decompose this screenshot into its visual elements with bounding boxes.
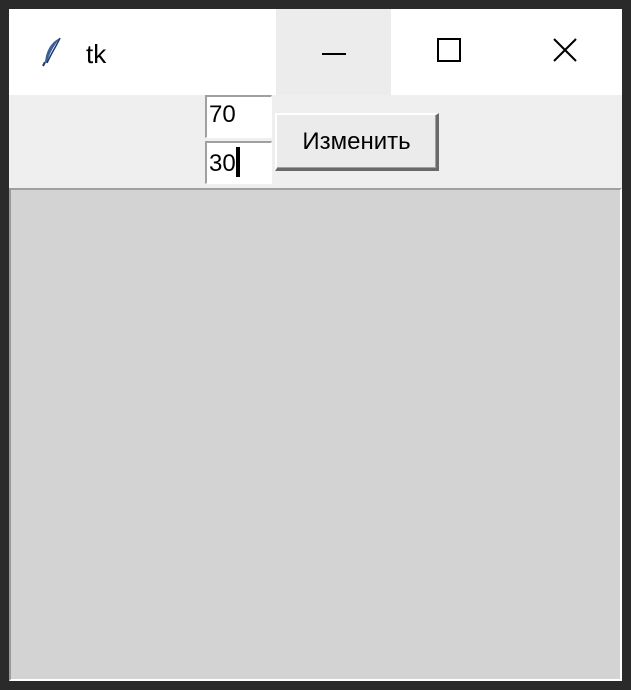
- maximize-icon: [436, 37, 461, 67]
- drawing-canvas[interactable]: [9, 188, 622, 681]
- close-button[interactable]: [507, 9, 622, 95]
- title-bar[interactable]: tk: [9, 9, 622, 95]
- change-button[interactable]: Изменить: [275, 113, 439, 171]
- control-panel: 70 30 Изменить: [9, 95, 622, 188]
- value-entry-bottom-text: 30: [209, 150, 236, 177]
- close-icon: [552, 37, 577, 67]
- app-window: tk 70 30 Изменить: [0, 0, 631, 690]
- window-title: tk: [86, 39, 107, 69]
- value-entry-top-text: 70: [209, 101, 236, 128]
- maximize-button[interactable]: [391, 9, 506, 95]
- minimize-button[interactable]: [276, 9, 391, 95]
- value-entry-bottom[interactable]: 30: [205, 141, 272, 184]
- minimize-icon: [321, 43, 346, 61]
- text-cursor: [235, 147, 240, 177]
- tk-feather-icon: [41, 37, 63, 67]
- change-button-label: Изменить: [302, 127, 411, 155]
- value-entry-top[interactable]: 70: [205, 95, 272, 138]
